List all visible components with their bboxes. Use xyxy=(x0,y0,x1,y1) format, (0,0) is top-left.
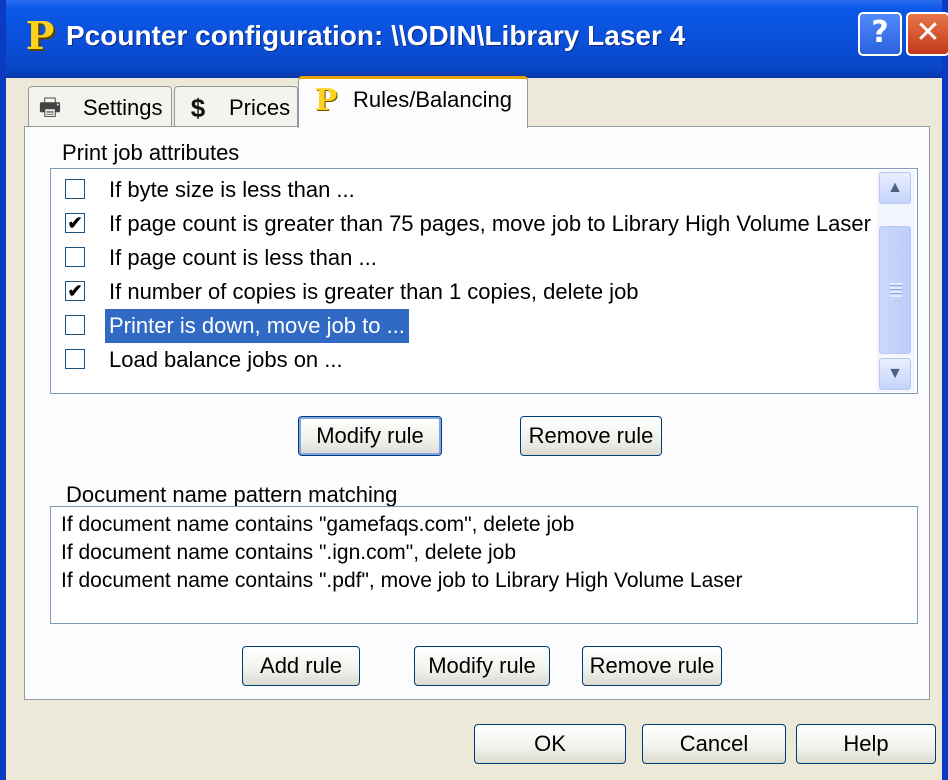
rule-checkbox[interactable]: ✔ xyxy=(65,281,85,301)
close-button[interactable]: ✕ xyxy=(906,12,948,56)
tab-prices[interactable]: $ Prices xyxy=(174,86,298,126)
rule-label: If number of copies is greater than 1 co… xyxy=(109,279,639,304)
window-frame-left xyxy=(0,78,6,780)
tab-rules-balancing-label: Rules/Balancing xyxy=(353,87,512,112)
dollar-icon: $ xyxy=(190,93,206,123)
remove-pattern-rule-button[interactable]: Remove rule xyxy=(582,646,722,686)
rule-checkbox[interactable]: ✔ xyxy=(65,213,85,233)
rule-checkbox[interactable] xyxy=(65,349,85,369)
rule-label: If page count is greater than 75 pages, … xyxy=(109,211,871,236)
modify-rule-button[interactable]: Modify rule xyxy=(298,416,442,456)
add-pattern-rule-button[interactable]: Add rule xyxy=(242,646,360,686)
window-title: Pcounter configuration: \\ODIN\Library L… xyxy=(66,20,686,51)
document-pattern-list[interactable]: If document name contains "gamefaqs.com"… xyxy=(50,506,918,624)
window-frame-right xyxy=(942,78,948,780)
help-dialog-button[interactable]: Help xyxy=(796,724,936,764)
document-name-pattern-label: Document name pattern matching xyxy=(66,482,398,507)
rule-label: If byte size is less than ... xyxy=(109,177,355,202)
scroll-down-icon[interactable]: ▼ xyxy=(879,358,911,390)
rule-checkbox[interactable] xyxy=(65,247,85,267)
ok-button[interactable]: OK xyxy=(474,724,626,764)
vertical-scrollbar[interactable]: ▲ ▼ xyxy=(877,170,915,392)
tab-rules-balancing[interactable]: P Rules/Balancing xyxy=(298,76,528,128)
tab-settings[interactable]: 🖶 Settings xyxy=(28,86,172,126)
help-button[interactable]: ? xyxy=(858,12,902,56)
list-item[interactable]: If document name contains ".ign.com", de… xyxy=(61,539,907,567)
tab-prices-label: Prices xyxy=(229,95,291,120)
rule-label-selected: Printer is down, move job to ... xyxy=(105,309,409,343)
list-item[interactable]: If document name contains ".pdf", move j… xyxy=(61,567,907,595)
scroll-thumb[interactable] xyxy=(879,226,911,354)
rule-label: If page count is less than ... xyxy=(109,245,377,270)
list-item[interactable]: If document name contains "gamefaqs.com"… xyxy=(61,511,907,539)
title-bar[interactable]: P Pcounter configuration: \\ODIN\Library… xyxy=(0,0,948,78)
printer-icon: 🖶 xyxy=(38,94,62,121)
rule-checkbox[interactable] xyxy=(65,179,85,199)
scroll-grip-icon xyxy=(890,283,902,297)
tab-settings-label: Settings xyxy=(83,95,163,120)
remove-rule-button[interactable]: Remove rule xyxy=(520,416,662,456)
print-job-attributes-label: Print job attributes xyxy=(62,140,240,165)
pcounter-logo-icon: P xyxy=(314,83,338,118)
pcounter-logo-icon: P xyxy=(25,13,55,58)
rule-checkbox[interactable] xyxy=(65,315,85,335)
scroll-up-icon[interactable]: ▲ xyxy=(879,172,911,204)
rule-label: Load balance jobs on ... xyxy=(109,347,343,372)
modify-pattern-rule-button[interactable]: Modify rule xyxy=(414,646,550,686)
print-job-rules-list[interactable]: If byte size is less than ... ✔ If page … xyxy=(50,168,918,394)
cancel-button[interactable]: Cancel xyxy=(642,724,786,764)
